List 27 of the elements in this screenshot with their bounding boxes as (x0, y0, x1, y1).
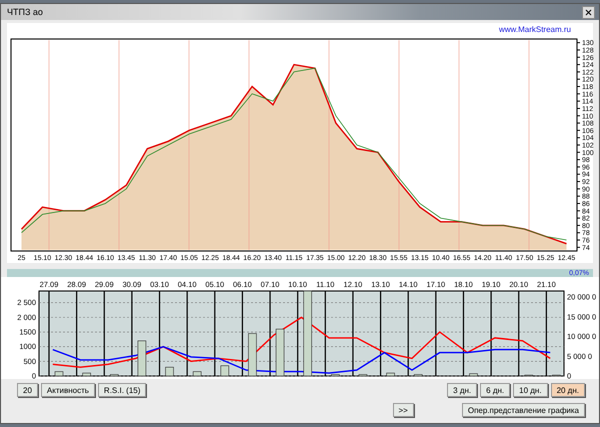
volume-bar (358, 374, 368, 376)
indicator-button[interactable]: R.S.I. (15) (98, 383, 146, 397)
indicator-button[interactable]: Активность (40, 383, 95, 397)
action-button[interactable]: >> (392, 403, 414, 417)
website-link[interactable]: www.MarkStream.ru (9, 25, 593, 35)
volume-bar (138, 340, 146, 376)
period-tab[interactable]: 10 дн. (513, 383, 548, 397)
close-icon (585, 8, 592, 16)
indicator-button[interactable]: 20 (17, 383, 38, 397)
volume-bar (82, 372, 91, 376)
close-button[interactable] (582, 6, 595, 18)
volume-bar (165, 366, 174, 376)
volume-bar (110, 374, 119, 376)
volume-bar (54, 371, 64, 376)
window-title: ЧТПЗ ао (7, 7, 43, 17)
period-tab[interactable]: 6 дн. (480, 383, 510, 397)
volume-bar (414, 374, 422, 376)
action-button[interactable]: Опер.представление графика (462, 403, 585, 417)
volume-bar (248, 333, 257, 376)
volume-bar (386, 372, 395, 376)
volume-bar (276, 328, 284, 376)
volume-bar (331, 374, 340, 376)
volume-bar (469, 373, 478, 376)
period-tab[interactable]: 20 дн. (550, 383, 585, 397)
volume-bar (220, 365, 230, 376)
period-tab[interactable]: 3 дн. (447, 383, 478, 397)
volume-bar (192, 371, 202, 376)
